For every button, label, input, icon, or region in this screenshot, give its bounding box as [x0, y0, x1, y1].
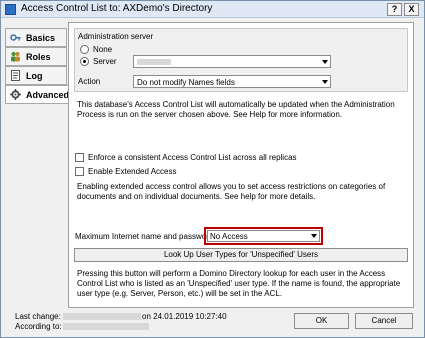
server-name-redacted: [137, 59, 171, 65]
close-button[interactable]: X: [404, 3, 419, 16]
server-combo[interactable]: [133, 55, 331, 68]
cancel-button[interactable]: Cancel: [355, 313, 413, 329]
window-title: Access Control List to: AXDemo's Directo…: [21, 3, 213, 14]
lookup-info: Pressing this button will perform a Domi…: [77, 269, 401, 298]
action-combo[interactable]: Do not modify Names fields: [133, 75, 331, 88]
chevron-down-icon: [322, 80, 328, 84]
none-label: None: [93, 45, 113, 54]
according-to-redacted: [63, 323, 149, 330]
server-label: Server: [93, 57, 117, 66]
none-radio[interactable]: [80, 45, 89, 54]
internet-access-combo[interactable]: No Access: [207, 230, 320, 242]
tab-basics-label: Basics: [26, 33, 56, 43]
extended-access-info: Enabling extended access control allows …: [77, 182, 386, 201]
tab-roles-label: Roles: [26, 52, 51, 62]
help-button[interactable]: ?: [387, 3, 402, 16]
admin-server-info: This database's Access Control List will…: [77, 100, 395, 119]
tab-log[interactable]: Log: [5, 66, 67, 85]
ok-button[interactable]: OK: [294, 313, 349, 329]
chevron-down-icon: [311, 234, 317, 238]
last-change-date: on 24.01.2019 10:27:40: [142, 312, 227, 321]
enforce-acl-checkbox[interactable]: [75, 153, 84, 162]
admin-server-group: Administration server None Server Action…: [74, 28, 408, 92]
people-icon: [11, 52, 20, 62]
log-icon: [11, 70, 20, 81]
tab-advanced[interactable]: Advanced: [5, 85, 69, 104]
extended-access-label: Enable Extended Access: [88, 167, 177, 176]
last-change-label: Last change:: [15, 312, 61, 321]
tab-advanced-label: Advanced: [26, 90, 70, 100]
internet-access-label: Maximum Internet name and password: [75, 232, 214, 241]
admin-server-heading: Administration server: [78, 32, 154, 41]
gear-icon: [10, 89, 21, 100]
app-icon: [5, 4, 16, 15]
tab-basics[interactable]: Basics: [5, 28, 67, 47]
lookup-user-types-button[interactable]: Look Up User Types for 'Unspecified' Use…: [74, 248, 408, 262]
title-bar: Access Control List to: AXDemo's Directo…: [1, 1, 424, 18]
internet-access-value: No Access: [210, 232, 248, 241]
key-icon: [10, 34, 21, 41]
tab-roles[interactable]: Roles: [5, 47, 67, 66]
according-to-label: According to:: [15, 322, 62, 331]
action-value: Do not modify Names fields: [137, 78, 235, 87]
extended-access-checkbox[interactable]: [75, 167, 84, 176]
chevron-down-icon: [322, 60, 328, 64]
acl-dialog: Access Control List to: AXDemo's Directo…: [0, 0, 425, 338]
action-label: Action: [78, 77, 101, 86]
advanced-panel: Administration server None Server Action…: [68, 22, 414, 308]
server-radio[interactable]: [80, 57, 89, 66]
enforce-acl-label: Enforce a consistent Access Control List…: [88, 153, 297, 162]
last-change-user-redacted: [63, 313, 141, 320]
tab-log-label: Log: [26, 71, 43, 81]
